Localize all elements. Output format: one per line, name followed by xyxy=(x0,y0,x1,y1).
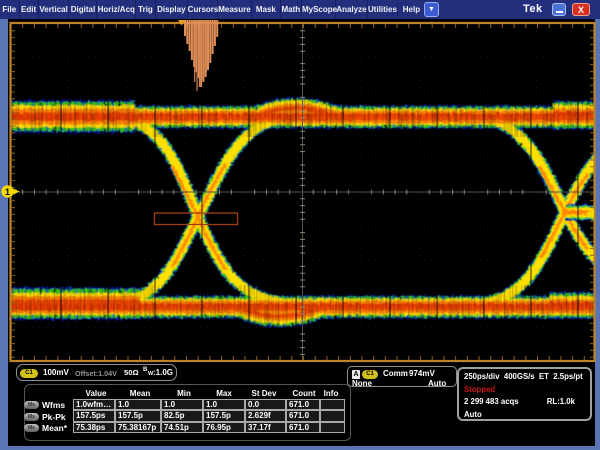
svg-text:1: 1 xyxy=(5,187,10,197)
